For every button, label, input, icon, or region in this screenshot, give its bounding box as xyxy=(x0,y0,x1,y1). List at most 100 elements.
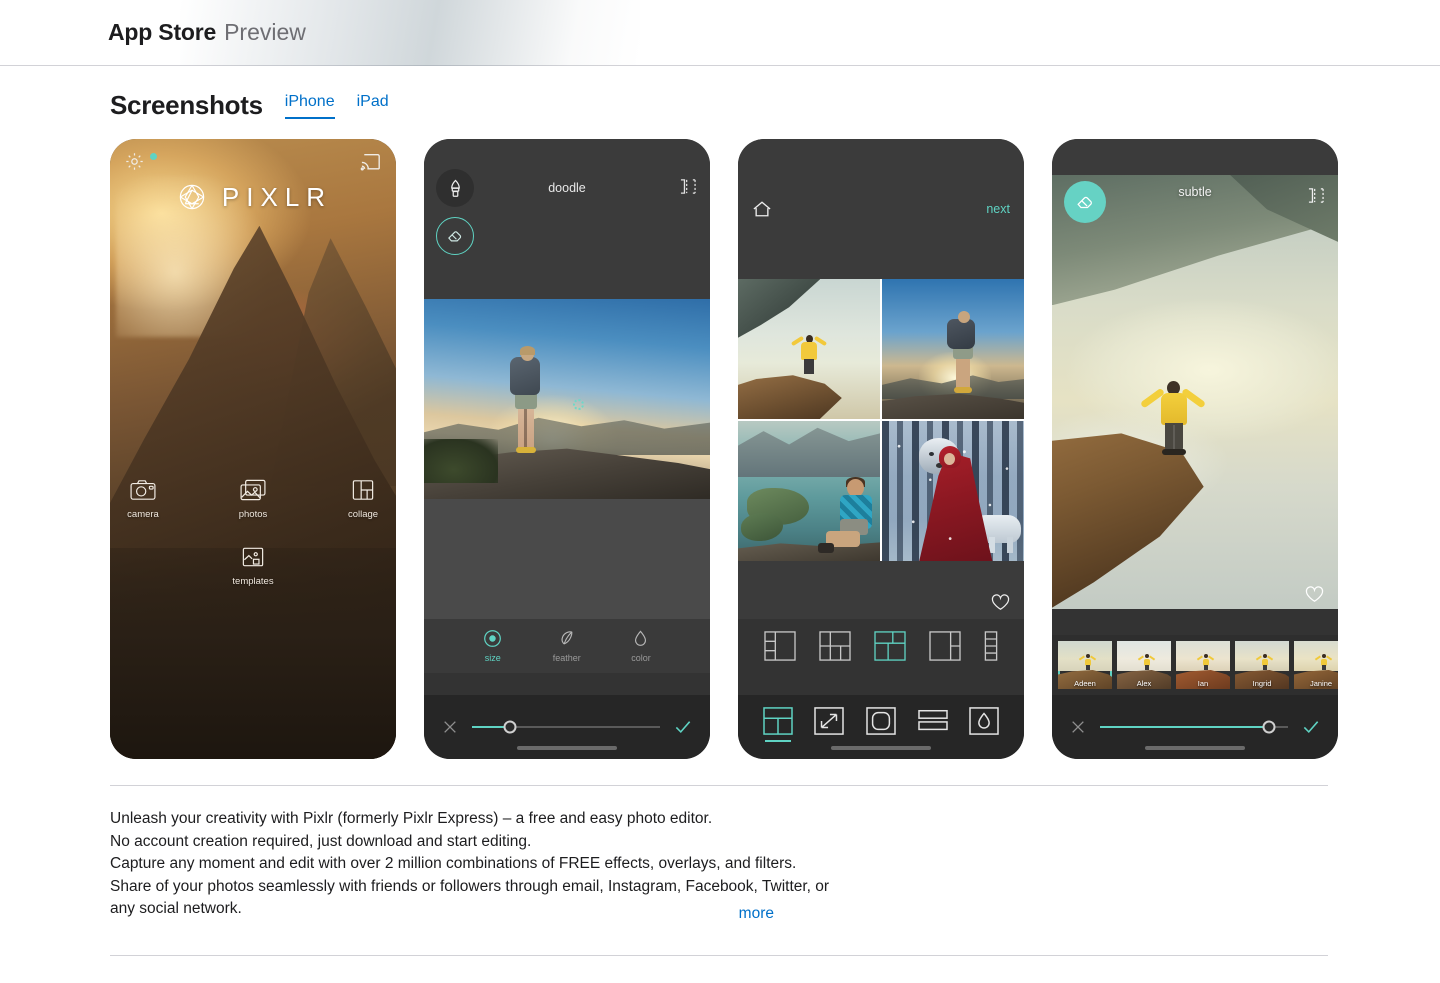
aperture-icon xyxy=(179,184,205,210)
cast-icon[interactable] xyxy=(360,152,382,172)
man-figure xyxy=(1139,379,1206,455)
filter-thumb-1[interactable]: Alex xyxy=(1117,641,1171,689)
compare-button[interactable] xyxy=(1308,188,1324,203)
tab-label-size: size xyxy=(484,653,501,663)
collage-cell-3[interactable] xyxy=(738,421,880,561)
screenshot-2-doodle[interactable]: doodle size feather color xyxy=(424,139,710,759)
doodle-workspace[interactable] xyxy=(424,499,710,619)
foreground-bush xyxy=(424,439,499,483)
heart-icon xyxy=(1305,586,1324,602)
next-button[interactable]: next xyxy=(986,200,1010,218)
layout-option-2[interactable] xyxy=(819,631,851,661)
collage-cell-1[interactable] xyxy=(738,279,880,419)
description-line-4: Share of your photos seamlessly with fri… xyxy=(110,877,830,895)
ratio-tool-button[interactable] xyxy=(814,707,845,735)
filter-label-1: Alex xyxy=(1136,679,1152,688)
description-line-1: Unleash your creativity with Pixlr (form… xyxy=(110,810,713,827)
photos-icon xyxy=(240,479,266,501)
filter-thumb-0[interactable]: Adeen xyxy=(1058,641,1112,689)
size-icon xyxy=(484,630,502,647)
tab-size[interactable]: size xyxy=(483,629,502,663)
hiker-figure xyxy=(504,346,548,453)
menu-item-camera[interactable]: camera xyxy=(112,479,174,520)
size-slider[interactable] xyxy=(472,720,660,734)
check-icon[interactable] xyxy=(1302,719,1320,735)
layout-option-1[interactable] xyxy=(763,631,796,661)
layout-option-5[interactable] xyxy=(984,631,998,661)
collage-layout-options xyxy=(738,619,1024,673)
camera-icon xyxy=(130,480,156,500)
intensity-slider[interactable] xyxy=(1100,720,1288,734)
menu-item-photos[interactable]: photos xyxy=(222,479,284,520)
layout-option-4[interactable] xyxy=(929,631,961,661)
compare-icon xyxy=(1308,188,1324,203)
menu-label-collage: collage xyxy=(347,509,379,520)
favorite-button[interactable] xyxy=(1305,586,1324,603)
settings-button[interactable] xyxy=(124,151,157,172)
filter-thumb-3[interactable]: Ingrid xyxy=(1235,641,1289,689)
corner-tool-button[interactable] xyxy=(866,707,896,735)
eraser-tool-button[interactable] xyxy=(436,217,474,255)
menu-item-collage[interactable]: collage xyxy=(332,479,394,520)
check-icon[interactable] xyxy=(674,719,692,735)
spacing-tool-button[interactable] xyxy=(917,707,948,735)
color-tool-button[interactable] xyxy=(969,707,999,735)
brush-tool-button[interactable] xyxy=(436,169,474,207)
close-icon[interactable] xyxy=(442,719,458,735)
device-tabs: iPhone iPad xyxy=(284,93,389,121)
filter-label-4: Janine xyxy=(1309,679,1333,688)
grid-icon xyxy=(763,707,793,735)
filter-label-0: Adeen xyxy=(1074,679,1096,688)
tab-ipad[interactable]: iPad xyxy=(357,93,389,119)
home-indicator xyxy=(517,746,617,750)
compare-button[interactable] xyxy=(680,179,696,194)
home-indicator xyxy=(1145,746,1245,750)
filter-thumbnail-strip[interactable]: Adeen Alex Ian Ingrid Janine xyxy=(1052,635,1338,695)
home-menu-row-1: camera photos collage xyxy=(110,479,396,520)
filter-thumb-2[interactable]: Ian xyxy=(1176,641,1230,689)
favorite-button[interactable] xyxy=(991,594,1010,611)
filter-top-strip xyxy=(1052,139,1338,175)
pixlr-logo-lockup: PIXLR xyxy=(110,179,396,215)
screenshot-4-filters[interactable]: subtle Adeen Alex Ian Ingrid Janine xyxy=(1052,139,1338,759)
filter-label-3: Ingrid xyxy=(1252,679,1272,688)
pixlr-wordmark: PIXLR xyxy=(221,181,333,212)
brush-cursor xyxy=(572,399,584,410)
tab-label-color: color xyxy=(631,653,651,663)
app-store-preview-label: Preview xyxy=(224,19,306,45)
tab-color[interactable]: color xyxy=(631,629,651,663)
app-description: Unleash your creativity with Pixlr (form… xyxy=(0,786,1100,923)
feather-icon xyxy=(561,631,573,645)
tab-iphone[interactable]: iPhone xyxy=(284,93,335,119)
doodle-canvas-photo[interactable] xyxy=(424,299,710,499)
description-line-5: any social network. xyxy=(110,900,242,918)
filter-thumb-4[interactable]: Janine xyxy=(1294,641,1338,689)
layout-1-icon xyxy=(763,631,796,661)
filter-preview-photo[interactable]: subtle xyxy=(1052,175,1338,609)
close-icon[interactable] xyxy=(1070,719,1086,735)
app-store-title: App Store xyxy=(108,19,217,45)
settings-badge-dot xyxy=(150,153,157,160)
layout-option-3[interactable] xyxy=(874,631,906,661)
more-link[interactable]: more xyxy=(739,905,774,923)
doodle-option-tabs: size feather color xyxy=(424,619,710,673)
menu-label-photos: photos xyxy=(238,509,268,520)
next-label: next xyxy=(986,202,1010,216)
tab-feather[interactable]: feather xyxy=(553,629,581,663)
layout-tool-button[interactable] xyxy=(763,707,793,735)
collage-photo-grid[interactable] xyxy=(738,279,1024,561)
screenshot-3-collage[interactable]: next xyxy=(738,139,1024,759)
doodle-tool-stack xyxy=(436,169,474,255)
menu-label-camera: camera xyxy=(127,509,159,520)
gear-icon xyxy=(126,153,143,170)
eraser-tool-button[interactable] xyxy=(1064,181,1106,223)
app-store-header: App Store Preview xyxy=(0,0,1440,66)
screenshot-1-home[interactable]: PIXLR camera photos collage templates xyxy=(110,139,396,759)
filter-label-2: Ian xyxy=(1197,679,1209,688)
menu-label-templates: templates xyxy=(232,576,274,587)
home-button[interactable] xyxy=(752,200,772,218)
menu-item-templates[interactable]: templates xyxy=(222,546,284,587)
collage-cell-4[interactable] xyxy=(882,421,1024,561)
collage-cell-2[interactable] xyxy=(882,279,1024,419)
home-indicator xyxy=(831,746,931,750)
